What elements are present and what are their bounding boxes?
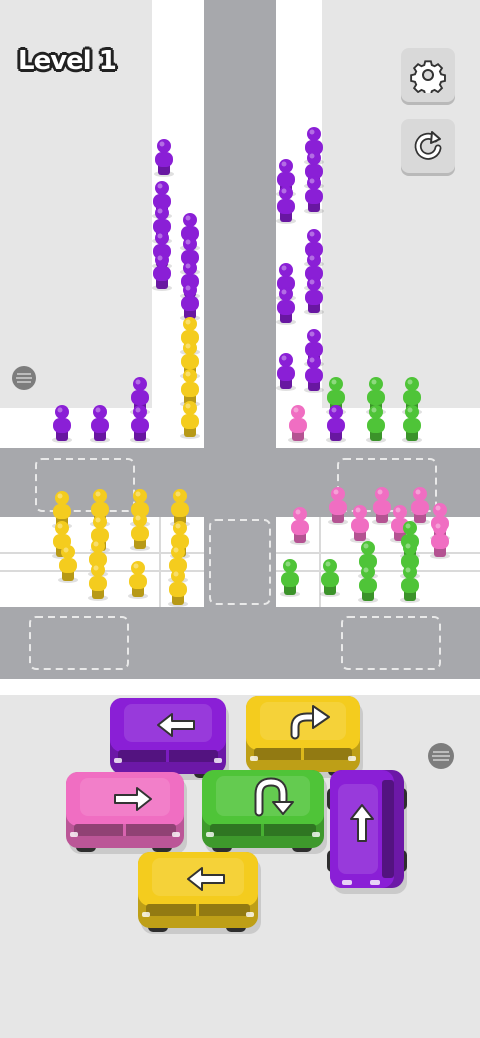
level-title: Level 1 xyxy=(18,46,117,76)
car-yellow-bottom[interactable] xyxy=(138,852,261,934)
car-yellow-top[interactable] xyxy=(246,696,363,778)
car-green[interactable] xyxy=(202,770,327,854)
car-pink[interactable] xyxy=(66,772,187,854)
drain-icon xyxy=(12,366,36,390)
restart-icon xyxy=(414,131,442,160)
gear-icon xyxy=(410,60,446,93)
settings-button[interactable] xyxy=(401,48,455,102)
drain-icon xyxy=(428,743,454,769)
car-purple-right[interactable] xyxy=(327,770,407,894)
car-purple-top[interactable] xyxy=(110,698,229,780)
restart-button[interactable] xyxy=(401,119,455,173)
